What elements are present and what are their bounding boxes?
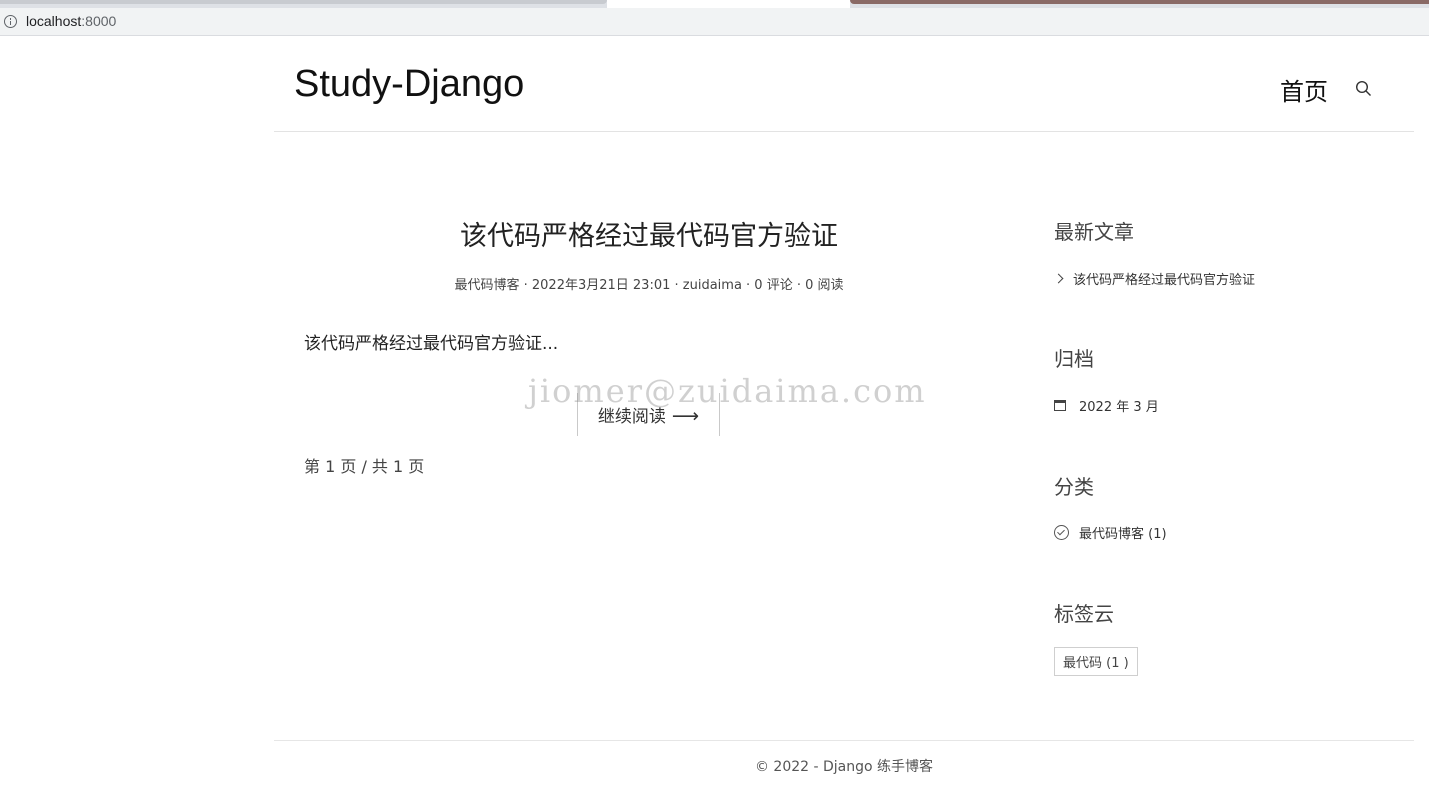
watermark: jiomer@zuidaima.com (528, 372, 927, 410)
post-title[interactable]: 该代码严格经过最代码官方验证 (304, 214, 994, 253)
browser-tab[interactable] (0, 0, 607, 4)
category-label: 最代码博客 (1) (1079, 527, 1167, 542)
post-meta: 最代码博客 · 2022年3月21日 23:01 · zuidaima · 0 … (454, 278, 844, 293)
calendar-icon (1054, 400, 1066, 411)
category-heading: 分类 (1054, 475, 1094, 499)
archive-link[interactable]: 2022 年 3 月 (1054, 396, 1159, 415)
tag-cloud-heading: 标签云 (1054, 602, 1114, 626)
archive-label: 2022 年 3 月 (1079, 400, 1159, 415)
browser-tab[interactable] (850, 0, 1429, 4)
address-bar[interactable]: localhost:8000 (0, 8, 1429, 36)
url-text[interactable]: localhost:8000 (26, 13, 116, 29)
header-divider (274, 131, 1414, 132)
check-circle-icon (1054, 525, 1069, 540)
archive-heading: 归档 (1054, 347, 1094, 371)
tag-link[interactable]: 最代码 (1 ) (1054, 647, 1138, 676)
category-link[interactable]: 最代码博客 (1) (1054, 523, 1167, 542)
footer-copyright: © 2022 - Django 练手博客 (754, 759, 934, 775)
read-more-label: 继续阅读 (597, 407, 666, 427)
post-excerpt: 该代码严格经过最代码官方验证... (304, 334, 559, 354)
search-icon[interactable] (1355, 80, 1372, 97)
site-title[interactable]: Study-Django (294, 63, 524, 106)
footer-divider (274, 740, 1414, 741)
nav-home-link[interactable]: 首页 (1280, 72, 1328, 107)
recent-post-label: 该代码严格经过最代码官方验证 (1073, 273, 1256, 288)
browser-tab-active[interactable] (607, 0, 850, 8)
info-icon[interactable] (4, 15, 17, 28)
recent-posts-heading: 最新文章 (1054, 220, 1134, 244)
pagination-info: 第 1 页 / 共 1 页 (304, 457, 425, 476)
recent-post-link[interactable]: 该代码严格经过最代码官方验证 (1053, 269, 1256, 288)
chevron-right-icon (1053, 273, 1064, 284)
tab-strip (0, 0, 1429, 8)
